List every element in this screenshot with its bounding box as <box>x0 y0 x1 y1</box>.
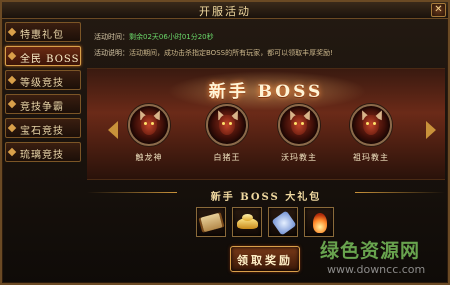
reward-slot[interactable] <box>304 207 334 237</box>
sidebar-item-gem-race[interactable]: 宝石竞技 <box>5 118 81 138</box>
title-bar: 开服活动 ✕ <box>2 2 448 19</box>
dragon-boss-icon <box>128 104 170 146</box>
time-label: 活动时间： <box>94 33 129 41</box>
flame-icon <box>313 213 327 233</box>
desc-label: 活动说明： <box>94 49 129 57</box>
boss-card[interactable]: 白猪王 <box>201 104 253 163</box>
banner-title: 新手 BOSS <box>208 82 324 102</box>
woma-boss-icon <box>278 104 320 146</box>
zuma-boss-icon <box>350 104 392 146</box>
sidebar-item-glaze-race[interactable]: 琉璃竞技 <box>5 142 81 162</box>
event-window: 开服活动 ✕ 特惠礼包 全民 BOSS 等级竞技 竞技争霸 宝石竞技 琉璃竞技 <box>0 0 450 285</box>
boss-name: 触龙神 <box>135 153 163 162</box>
sidebar-item-special-gift[interactable]: 特惠礼包 <box>5 22 81 42</box>
sidebar-item-label: 宝石竞技 <box>20 126 64 137</box>
diamond-icon <box>7 99 17 109</box>
reward-slot[interactable] <box>196 207 226 237</box>
diamond-icon <box>7 27 17 37</box>
sidebar-item-label: 竞技争霸 <box>20 102 64 113</box>
scroll-icon <box>200 212 223 233</box>
sidebar-item-label: 全民 BOSS <box>20 54 80 65</box>
sidebar: 特惠礼包 全民 BOSS 等级竞技 竞技争霸 宝石竞技 琉璃竞技 <box>5 22 81 166</box>
pig-boss-icon <box>206 104 248 146</box>
sidebar-item-level-race[interactable]: 等级竞技 <box>5 70 81 90</box>
next-arrow-icon[interactable] <box>426 121 436 139</box>
sidebar-item-label: 琉璃竞技 <box>20 150 64 161</box>
potion-bottle-icon <box>271 210 297 236</box>
sidebar-item-arena[interactable]: 竞技争霸 <box>5 94 81 114</box>
diamond-icon <box>7 51 17 61</box>
reward-slot[interactable] <box>268 207 298 237</box>
diamond-icon <box>7 123 17 133</box>
watermark-url: www.downcc.com <box>327 263 426 276</box>
sidebar-item-label: 特惠礼包 <box>20 30 64 41</box>
prev-arrow-icon[interactable] <box>108 121 118 139</box>
boss-card[interactable]: 触龙神 <box>123 104 175 163</box>
gift-title: 新手 BOSS 大礼包 <box>210 192 322 203</box>
boss-banner: 新手 BOSS 触龙神 白猪王 沃玛教主 祖玛教主 <box>87 68 445 180</box>
boss-card[interactable]: 沃玛教主 <box>273 104 325 163</box>
boss-name: 白猪王 <box>213 153 241 162</box>
reward-slot[interactable] <box>232 207 262 237</box>
activity-time: 活动时间：剩余02天06小时01分20秒 <box>94 32 214 42</box>
desc-text: 活动期间，成功击杀指定BOSS的所有玩家，都可以领取丰厚奖励! <box>129 49 333 57</box>
sidebar-item-all-boss[interactable]: 全民 BOSS <box>5 46 81 66</box>
boss-card[interactable]: 祖玛教主 <box>345 104 397 163</box>
window-title: 开服活动 <box>199 5 251 18</box>
boss-name: 祖玛教主 <box>353 153 389 162</box>
divider <box>87 192 177 193</box>
claim-reward-button[interactable]: 领取奖励 <box>230 246 300 272</box>
activity-description: 活动说明：活动期间，成功击杀指定BOSS的所有玩家，都可以领取丰厚奖励! <box>94 48 333 58</box>
watermark-text: 绿色资源网 <box>320 240 421 262</box>
boss-name: 沃玛教主 <box>281 153 317 162</box>
divider <box>355 192 445 193</box>
sidebar-item-label: 等级竞技 <box>20 78 64 89</box>
gift-header: 新手 BOSS 大礼包 <box>87 185 445 203</box>
time-remaining: 剩余02天06小时01分20秒 <box>129 33 214 41</box>
close-button[interactable]: ✕ <box>431 3 446 17</box>
claim-reward-label: 领取奖励 <box>237 254 293 267</box>
diamond-icon <box>7 147 17 157</box>
diamond-icon <box>7 75 17 85</box>
